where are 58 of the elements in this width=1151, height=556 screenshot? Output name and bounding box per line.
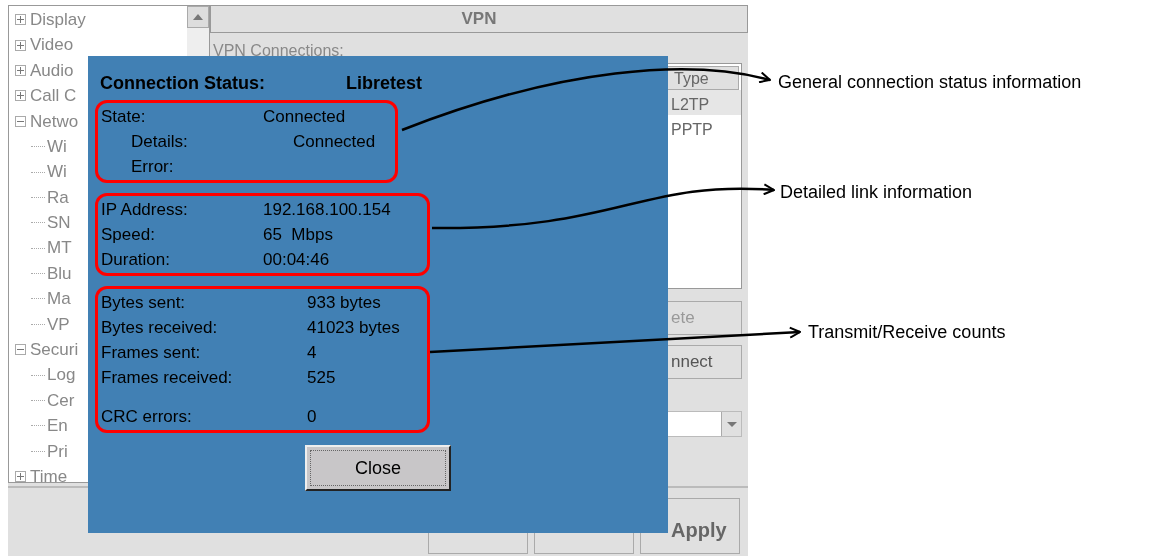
- tree-item[interactable]: En: [47, 413, 68, 439]
- tree-item[interactable]: Ra: [47, 184, 69, 211]
- panel-title: VPN: [210, 5, 748, 33]
- field-label: Speed:: [101, 223, 156, 246]
- tree-item[interactable]: Time: [30, 464, 68, 482]
- field-label: State:: [101, 105, 147, 128]
- field-value: 00:04:46: [263, 248, 330, 271]
- tree-item[interactable]: Log: [47, 362, 76, 388]
- tree-item[interactable]: Call C: [30, 83, 77, 109]
- tree-item[interactable]: MT: [47, 235, 72, 261]
- scroll-up-button[interactable]: [187, 6, 209, 28]
- field-value: 65 Mbps: [263, 223, 333, 246]
- callout-label: Detailed link information: [780, 181, 973, 204]
- callout-label: Transmit/Receive counts: [808, 321, 1006, 344]
- dialog-title: Connection Status:: [100, 72, 266, 95]
- expander-icon[interactable]: [15, 64, 26, 76]
- tree-item[interactable]: Securi: [30, 337, 79, 363]
- field-value: 192.168.100.154: [263, 198, 391, 221]
- field-label: Error:: [130, 155, 175, 178]
- field-label: IP Address:: [101, 198, 189, 221]
- field-label: Bytes sent:: [101, 291, 187, 314]
- connections-label: VPN Connections:: [212, 41, 345, 61]
- tree-item[interactable]: Netwo: [30, 108, 79, 134]
- expander-icon[interactable]: [15, 115, 26, 127]
- tree-item[interactable]: VP: [47, 311, 70, 338]
- field-value: 41023 bytes: [307, 316, 400, 339]
- field-value: 933 bytes: [307, 291, 381, 314]
- tree-item[interactable]: Wi: [47, 159, 67, 185]
- expander-icon[interactable]: [15, 471, 26, 482]
- tree-item[interactable]: Blu: [47, 260, 72, 287]
- expander-icon[interactable]: [15, 344, 26, 356]
- tree-item[interactable]: SN: [47, 210, 71, 236]
- connection-name: Libretest: [346, 72, 423, 95]
- field-value: Connected: [263, 105, 346, 128]
- field-value: Connected: [293, 130, 376, 153]
- tree-item[interactable]: Display: [30, 6, 86, 33]
- field-label: CRC errors:: [101, 405, 193, 428]
- up-arrow-icon: [193, 14, 203, 20]
- tree-item[interactable]: Wi: [47, 133, 67, 160]
- tree-item[interactable]: Ma: [47, 286, 71, 312]
- callout-label: General connection status information: [778, 71, 1082, 94]
- expander-icon[interactable]: [15, 14, 26, 26]
- field-label: Bytes received:: [101, 316, 219, 339]
- field-label: Details:: [130, 130, 189, 153]
- tree-item[interactable]: Video: [30, 32, 74, 58]
- expander-icon[interactable]: [15, 39, 26, 51]
- field-label: Duration:: [101, 248, 171, 271]
- dropdown-arrow-icon: [726, 421, 737, 427]
- tree-item[interactable]: Pri: [47, 438, 68, 465]
- field-label: Frames sent:: [101, 341, 202, 364]
- field-value: 525: [307, 366, 336, 389]
- expander-icon[interactable]: [15, 90, 26, 102]
- field-label: Frames received:: [101, 366, 234, 389]
- close-button[interactable]: Close: [305, 445, 451, 491]
- field-value: 4: [307, 341, 317, 364]
- field-value: 0: [307, 405, 317, 428]
- tree-item[interactable]: Audio: [30, 57, 74, 84]
- tree-item[interactable]: Cer: [47, 387, 75, 414]
